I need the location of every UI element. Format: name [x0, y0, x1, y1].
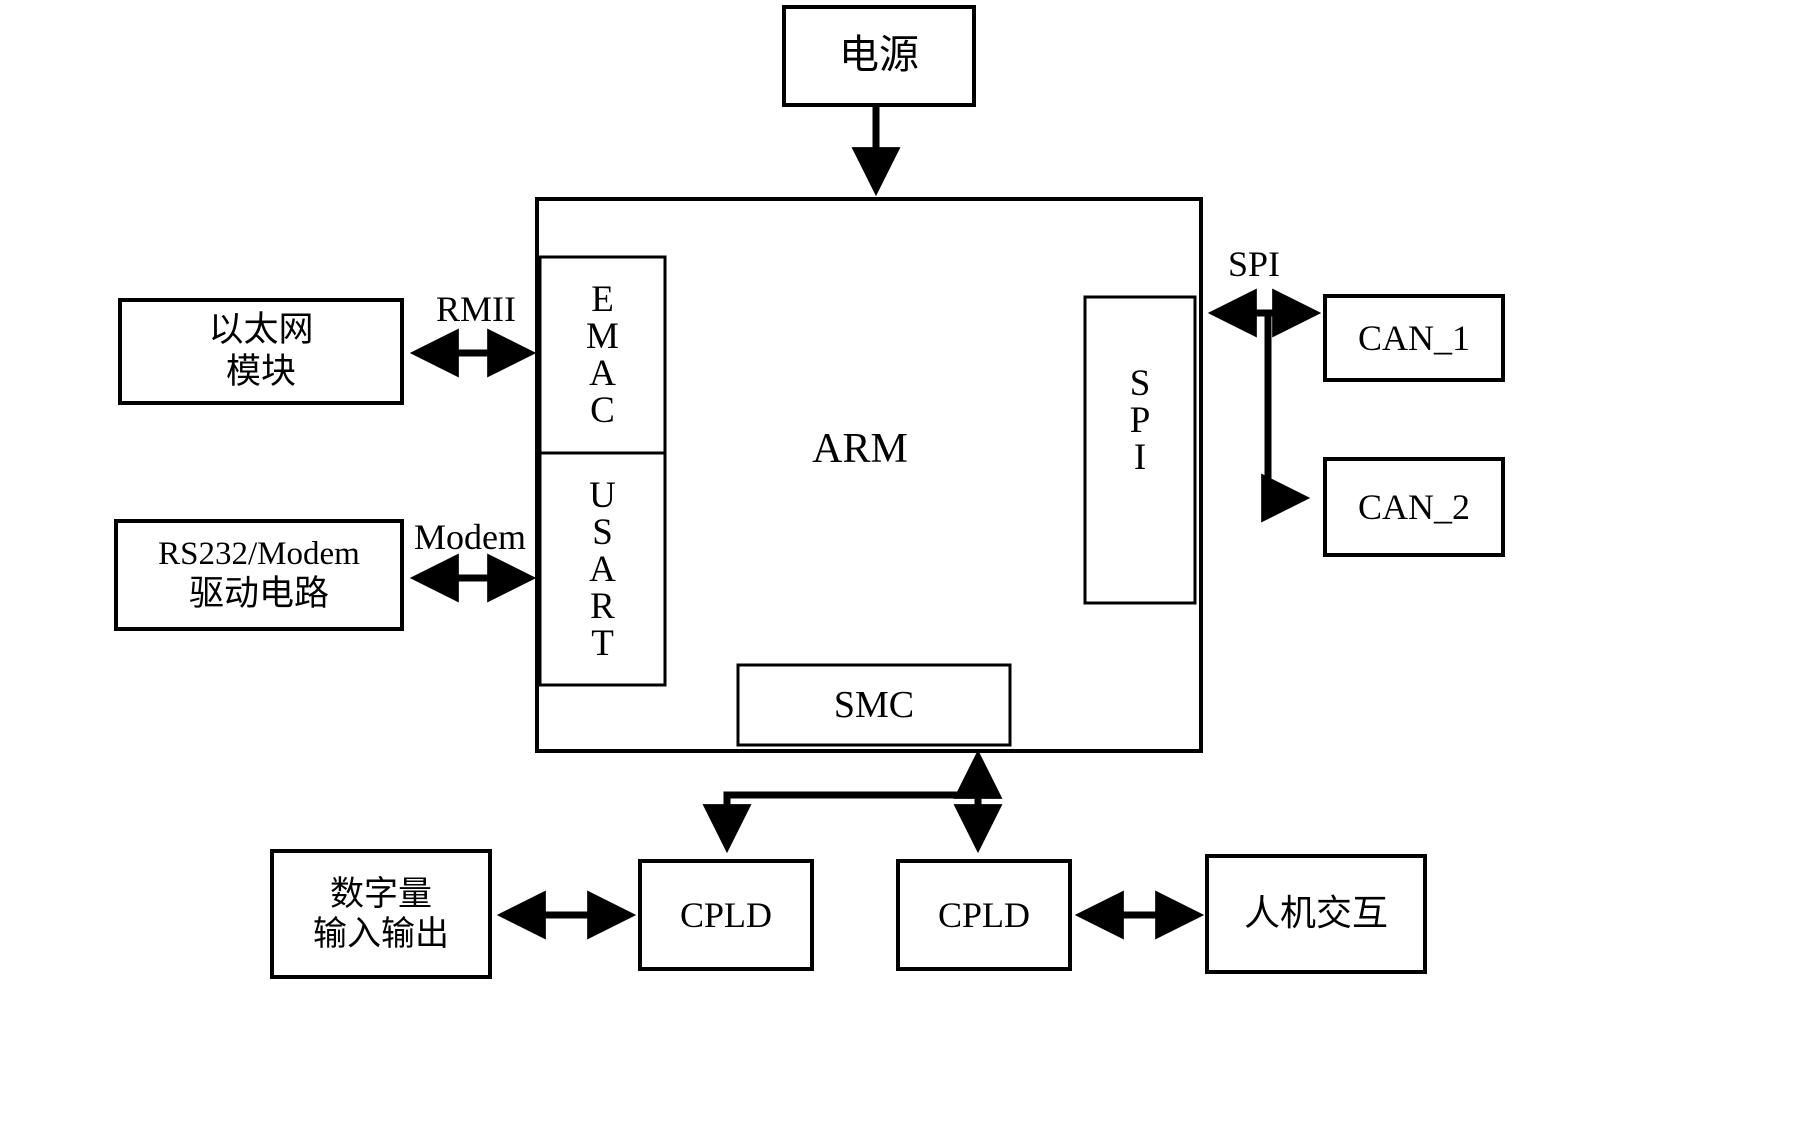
connector-spi-to-can2	[1261, 313, 1311, 523]
block-hmi	[1205, 854, 1427, 974]
block-digital-io	[270, 849, 492, 979]
block-cpld-left	[638, 859, 814, 971]
block-usart	[538, 451, 667, 687]
block-emac	[538, 255, 667, 455]
block-power-supply	[782, 5, 976, 107]
block-rs232-driver	[114, 519, 404, 631]
block-spi-internal	[1083, 295, 1197, 605]
connector-smc-bus-to-cpld-left	[702, 791, 978, 854]
block-can1	[1323, 294, 1505, 382]
block-cpld-right	[896, 859, 1072, 971]
block-diagram-canvas: 电源 ARM E M A C U S A R T S P I SMC 以太网 模…	[0, 0, 1805, 1128]
block-smc	[736, 663, 1012, 747]
block-can2	[1323, 457, 1505, 557]
diagram-vector-layer	[114, 5, 1505, 979]
block-ethernet-module	[118, 298, 404, 405]
